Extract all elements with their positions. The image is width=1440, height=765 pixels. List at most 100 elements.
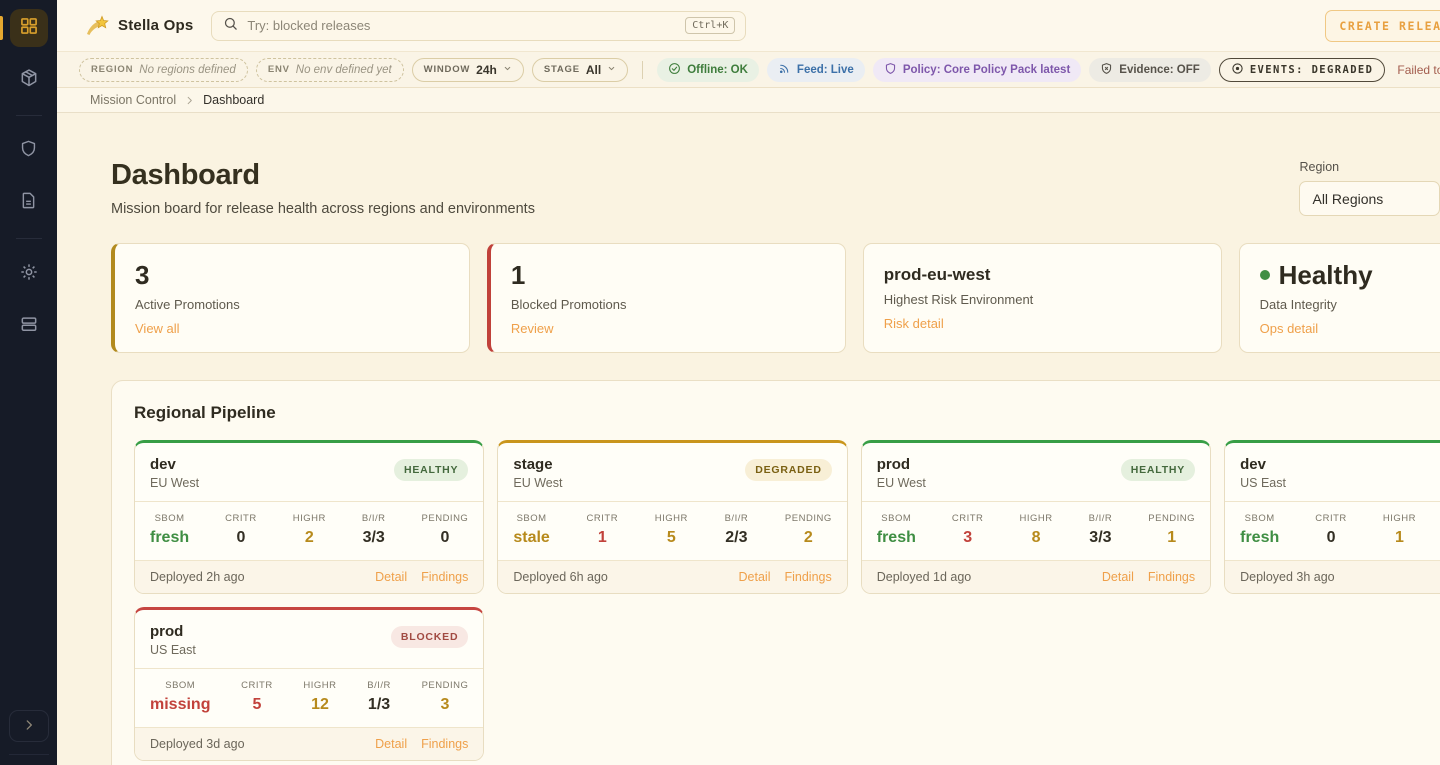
events-status-text: EVENTS: DEGRADED bbox=[1250, 64, 1374, 76]
shield-x-icon bbox=[1100, 62, 1113, 78]
pipeline-card-prod-us-east: prod US East BLOCKED SBOMmissing CRITR5 … bbox=[134, 607, 484, 761]
sbom-value: fresh bbox=[150, 529, 189, 547]
window-filter-pill[interactable]: WINDOW 24h bbox=[412, 58, 524, 82]
stage-pill-label: STAGE bbox=[544, 64, 580, 75]
evidence-status-chip[interactable]: Evidence: OFF bbox=[1089, 58, 1211, 82]
offline-status-chip[interactable]: Offline: OK bbox=[657, 58, 759, 82]
stat-column-label: CRITR bbox=[952, 513, 984, 524]
highr-value: 2 bbox=[305, 529, 314, 547]
deployed-time: Deployed 3d ago bbox=[150, 737, 245, 751]
package-icon bbox=[19, 68, 39, 93]
critr-value: 1 bbox=[598, 529, 607, 547]
document-icon bbox=[19, 191, 38, 215]
pipeline-card-dev-eu-west: dev EU West HEALTHY SBOMfresh CRITR0 HIG… bbox=[134, 440, 484, 594]
status-badge: BLOCKED bbox=[391, 626, 469, 648]
gear-icon bbox=[19, 262, 39, 287]
keyboard-shortcut-badge: Ctrl+K bbox=[685, 17, 735, 34]
context-error-message: Failed to persist global context prefere… bbox=[1397, 63, 1440, 77]
env-name: prod bbox=[150, 623, 196, 640]
active-indicator bbox=[0, 16, 3, 40]
offline-status-text: Offline: OK bbox=[687, 64, 748, 76]
stat-label: Data Integrity bbox=[1260, 297, 1440, 312]
stat-label: Highest Risk Environment bbox=[884, 292, 1201, 307]
context-bar: REGION No regions defined ENV No env def… bbox=[57, 52, 1440, 88]
deployed-time: Deployed 2h ago bbox=[150, 570, 245, 584]
stat-value: 1 bbox=[511, 261, 825, 290]
detail-link[interactable]: Detail bbox=[375, 570, 407, 584]
comet-logo-icon bbox=[85, 14, 109, 38]
sidebar-item-releases[interactable] bbox=[10, 61, 48, 99]
policy-status-chip[interactable]: Policy: Core Policy Pack latest bbox=[873, 58, 1081, 82]
env-region: EU West bbox=[513, 476, 562, 490]
shield-icon bbox=[884, 62, 897, 78]
critr-value: 3 bbox=[963, 529, 972, 547]
findings-link[interactable]: Findings bbox=[784, 570, 831, 584]
breadcrumb-mission-control[interactable]: Mission Control bbox=[90, 93, 176, 107]
panel-title: Regional Pipeline bbox=[134, 403, 276, 423]
stat-column-label: B/I/R bbox=[367, 680, 391, 691]
findings-link[interactable]: Findings bbox=[421, 570, 468, 584]
findings-link[interactable]: Findings bbox=[421, 737, 468, 751]
health-dot-icon bbox=[1260, 270, 1270, 280]
feed-status-text: Feed: Live bbox=[797, 64, 854, 76]
detail-link[interactable]: Detail bbox=[1102, 570, 1134, 584]
feed-status-chip[interactable]: Feed: Live bbox=[767, 58, 865, 82]
search-input[interactable] bbox=[247, 18, 676, 33]
stat-label: Active Promotions bbox=[135, 297, 449, 312]
create-release-button[interactable]: CREATE RELEASE bbox=[1325, 10, 1440, 42]
server-icon bbox=[19, 314, 39, 339]
detail-link[interactable]: Detail bbox=[375, 737, 407, 751]
sidebar-item-documents[interactable] bbox=[10, 184, 48, 222]
global-search[interactable]: Ctrl+K bbox=[211, 11, 746, 41]
view-all-link[interactable]: View all bbox=[135, 321, 180, 336]
sidebar-item-dashboard[interactable] bbox=[10, 9, 48, 47]
stat-card-data-integrity: Healthy Data Integrity Ops detail bbox=[1239, 243, 1440, 353]
review-link[interactable]: Review bbox=[511, 321, 554, 336]
region-filter-pill[interactable]: REGION No regions defined bbox=[79, 58, 248, 82]
status-badge: HEALTHY bbox=[394, 459, 468, 481]
stat-column-label: CRITR bbox=[241, 680, 273, 691]
status-badge: HEALTHY bbox=[1121, 459, 1195, 481]
stat-column-label: HIGHR bbox=[293, 513, 326, 524]
deployed-time: Deployed 3h ago bbox=[1240, 570, 1335, 584]
env-name: prod bbox=[877, 456, 926, 473]
shield-icon bbox=[19, 139, 38, 163]
breadcrumb-dashboard: Dashboard bbox=[203, 93, 264, 107]
risk-detail-link[interactable]: Risk detail bbox=[884, 316, 944, 331]
stat-card-blocked-promotions: 1 Blocked Promotions Review bbox=[487, 243, 846, 353]
events-status-badge[interactable]: EVENTS: DEGRADED bbox=[1219, 58, 1386, 82]
sidebar-item-settings[interactable] bbox=[10, 255, 48, 293]
sidebar-expand-button[interactable] bbox=[9, 710, 49, 742]
region-select[interactable]: All Regions bbox=[1299, 181, 1440, 216]
env-name: stage bbox=[513, 456, 562, 473]
stat-column-label: CRITR bbox=[225, 513, 257, 524]
stat-column-label: HIGHR bbox=[1383, 513, 1416, 524]
env-region: EU West bbox=[150, 476, 199, 490]
sidebar-divider bbox=[16, 238, 42, 239]
deployed-time: Deployed 1d ago bbox=[877, 570, 972, 584]
critr-value: 0 bbox=[1327, 529, 1336, 547]
chevron-down-icon bbox=[503, 64, 512, 76]
sidebar bbox=[0, 0, 57, 765]
check-circle-icon bbox=[668, 62, 681, 78]
env-region: US East bbox=[150, 643, 196, 657]
stat-column-label: CRITR bbox=[587, 513, 619, 524]
app-title: Stella Ops bbox=[118, 17, 193, 34]
page-content: Dashboard Mission board for release heal… bbox=[57, 113, 1440, 765]
critr-value: 0 bbox=[236, 529, 245, 547]
stat-column-label: HIGHR bbox=[303, 680, 336, 691]
stage-filter-pill[interactable]: STAGE All bbox=[532, 58, 628, 82]
sidebar-item-infrastructure[interactable] bbox=[10, 307, 48, 345]
env-filter-pill[interactable]: ENV No env defined yet bbox=[256, 58, 404, 82]
stat-card-active-promotions: 3 Active Promotions View all bbox=[111, 243, 470, 353]
status-badge: DEGRADED bbox=[745, 459, 832, 481]
pending-value: 0 bbox=[440, 529, 449, 547]
ops-detail-link[interactable]: Ops detail bbox=[1260, 321, 1319, 336]
findings-link[interactable]: Findings bbox=[1148, 570, 1195, 584]
sidebar-item-security[interactable] bbox=[10, 132, 48, 170]
stat-value: Healthy bbox=[1279, 261, 1373, 290]
pending-value: 2 bbox=[804, 529, 813, 547]
stat-card-row: 3 Active Promotions View all 1 Blocked P… bbox=[111, 243, 1440, 353]
search-icon bbox=[223, 16, 238, 36]
detail-link[interactable]: Detail bbox=[739, 570, 771, 584]
